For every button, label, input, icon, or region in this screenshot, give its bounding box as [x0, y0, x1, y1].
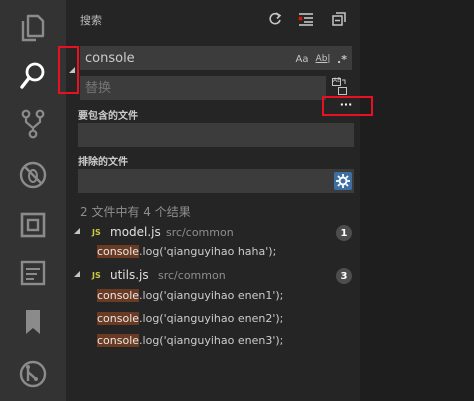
- search-input[interactable]: [81, 47, 351, 70]
- match-whole-word-toggle[interactable]: Ab|: [315, 51, 331, 67]
- chevron-down-icon: [74, 271, 80, 277]
- result-count-badge: 3: [336, 268, 352, 284]
- match-text: .log('qianguyihao haha');: [139, 245, 277, 258]
- match-text: .log('qianguyihao enen3');: [139, 334, 284, 347]
- editor-area: [360, 0, 474, 401]
- results-summary: 2 文件中有 4 个结果: [80, 205, 191, 219]
- activity-bar: [0, 0, 66, 401]
- vscode-window: 搜索 console Aa Ab| .* 替换 AB ··· 要包含的文件 排除…: [0, 0, 474, 401]
- result-match-line[interactable]: console.log('qianguyihao enen2');: [97, 312, 357, 330]
- clear-results-icon[interactable]: [297, 10, 315, 28]
- result-match-line[interactable]: console.log('qianguyihao enen1');: [97, 289, 357, 307]
- include-files-box: [78, 123, 354, 147]
- collapse-all-icon[interactable]: [330, 10, 348, 28]
- search-sidebar: 搜索 console Aa Ab| .* 替换 AB ··· 要包含的文件 排除…: [66, 0, 360, 401]
- bookmark-icon[interactable]: [13, 304, 53, 340]
- refresh-icon[interactable]: [266, 10, 284, 28]
- match-text: .log('qianguyihao enen2');: [139, 312, 284, 325]
- search-panel-title: 搜索: [80, 14, 102, 27]
- result-file-row[interactable]: JS model.js src/common 1: [66, 223, 360, 243]
- match-highlight: console: [97, 289, 140, 302]
- result-file-row[interactable]: JS utils.js src/common 3: [66, 266, 360, 286]
- result-file-path: src/common: [158, 269, 226, 282]
- match-text: .log('qianguyihao enen1');: [139, 289, 284, 302]
- replace-input[interactable]: [81, 77, 325, 100]
- chevron-down-icon: [74, 228, 80, 234]
- match-highlight: console: [97, 312, 140, 325]
- result-count-badge: 1: [336, 225, 352, 241]
- search-input-box: Aa Ab| .*: [80, 46, 352, 70]
- result-file-name: model.js: [110, 225, 161, 239]
- js-file-icon: JS: [92, 228, 101, 237]
- result-file-path: src/common: [166, 226, 234, 239]
- terminal-panel-icon[interactable]: [13, 255, 53, 291]
- replace-all-button[interactable]: AB: [332, 77, 348, 96]
- js-file-icon: JS: [92, 271, 101, 280]
- gitlens-icon[interactable]: [13, 356, 53, 392]
- search-icon[interactable]: [13, 58, 53, 94]
- annotation-box-toggle-replace: [58, 46, 79, 94]
- replace-all-glyph: AB: [333, 77, 342, 84]
- result-file-name: utils.js: [110, 268, 149, 282]
- result-match-line[interactable]: console.log('qianguyihao haha');: [97, 245, 357, 263]
- exclude-files-label: 排除的文件: [78, 157, 128, 168]
- match-highlight: console: [97, 334, 140, 347]
- result-match-line[interactable]: console.log('qianguyihao enen3');: [97, 334, 357, 352]
- extensions-icon[interactable]: [13, 207, 53, 243]
- match-case-toggle[interactable]: Aa: [294, 51, 310, 67]
- use-exclude-settings-button[interactable]: [334, 172, 352, 190]
- exclude-files-box: [78, 169, 354, 193]
- include-files-label: 要包含的文件: [78, 111, 138, 122]
- source-control-icon[interactable]: [13, 106, 53, 142]
- exclude-files-input[interactable]: [79, 170, 353, 193]
- gear-icon: [336, 174, 350, 188]
- debug-icon[interactable]: [13, 157, 53, 193]
- explorer-icon[interactable]: [13, 10, 53, 46]
- include-files-input[interactable]: [79, 124, 353, 147]
- replace-input-box: [80, 76, 326, 100]
- match-highlight: console: [97, 245, 140, 258]
- use-regex-toggle[interactable]: .*: [335, 51, 349, 67]
- annotation-box-more-options: [322, 96, 373, 116]
